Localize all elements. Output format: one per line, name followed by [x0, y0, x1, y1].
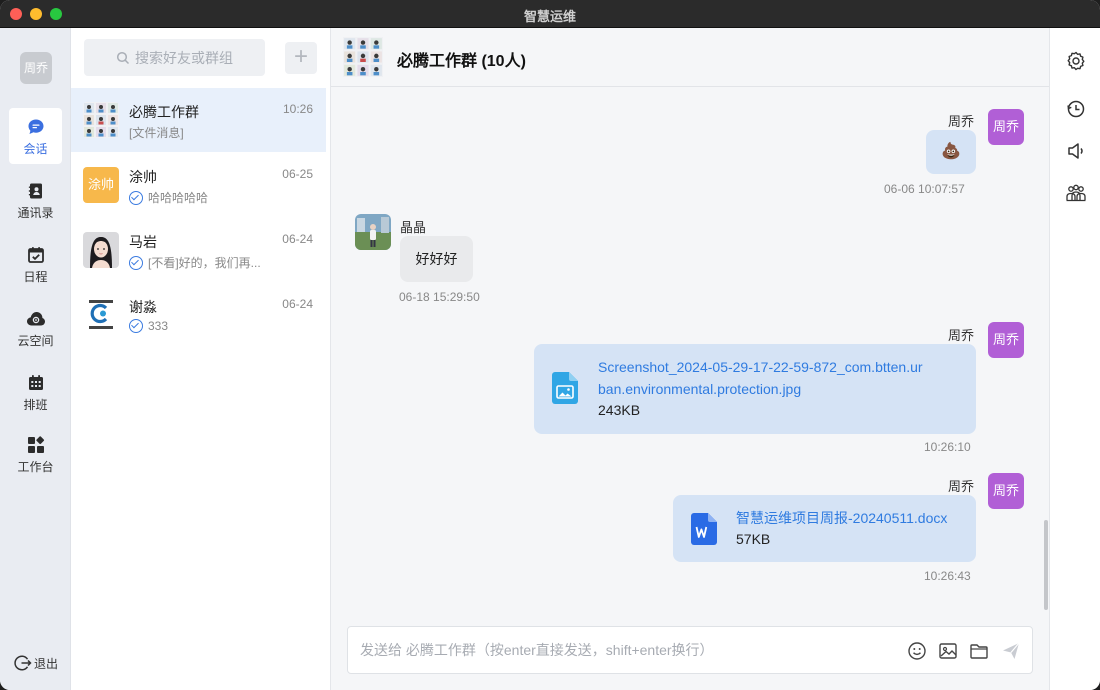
apps-icon	[27, 436, 44, 453]
message-bubble[interactable]: 好好好	[400, 236, 473, 282]
schedule-grid-icon	[28, 375, 43, 390]
file-name[interactable]: Screenshot_2024-05-29-17-22-59-872_com.b…	[598, 356, 923, 378]
image-file-icon	[552, 372, 578, 404]
word-document-icon	[691, 513, 717, 545]
group-avatar	[343, 37, 383, 77]
nav-label: 工作台	[17, 460, 54, 474]
read-check-icon	[129, 319, 143, 333]
folder-icon[interactable]	[968, 640, 990, 662]
emoji-icon[interactable]	[906, 640, 928, 662]
conversation-item[interactable]: 涂帅 涂帅 06-25 哈哈哈哈哈	[71, 153, 326, 217]
chat-panel: 必腾工作群 (10人) 周乔 周乔 💩 06-06 10:07:57 晶晶 好好…	[331, 28, 1049, 690]
file-info: Screenshot_2024-05-29-17-22-59-872_com.b…	[598, 356, 923, 418]
file-size: 57KB	[736, 531, 771, 547]
my-avatar[interactable]: 周乔	[20, 52, 52, 84]
window-title: 智慧运维	[523, 9, 576, 24]
conversation-time: 06-25	[282, 167, 313, 181]
nav-item-calendar[interactable]: 日程	[9, 236, 62, 292]
message-sender: 周乔	[948, 479, 975, 494]
search-placeholder: 搜索好友或群组	[135, 49, 233, 66]
file-message-bubble[interactable]: 智慧运维项目周报-20240511.docx 57KB	[673, 495, 976, 562]
message-time: 06-06 10:07:57	[884, 182, 965, 196]
history-clock-icon[interactable]	[1065, 98, 1087, 120]
conversation-time: 10:26	[282, 102, 313, 116]
nav-rail: 周乔 会话 通讯录 日程 云空间 排班 工作台 退出	[0, 28, 71, 690]
message-time: 10:26:10	[924, 440, 971, 454]
conversation-name: 马岩	[129, 234, 157, 250]
cloud-icon	[26, 312, 45, 326]
nav-item-chats[interactable]: 会话	[9, 108, 62, 164]
conversation-preview: 哈哈哈哈哈	[129, 189, 208, 206]
contact-avatar: 涂帅	[83, 167, 119, 203]
add-button[interactable]: +	[285, 42, 317, 74]
message-input[interactable]	[360, 639, 890, 661]
calendar-check-icon	[27, 247, 44, 263]
scrollbar-thumb[interactable]	[1044, 520, 1048, 610]
chat-header: 必腾工作群 (10人)	[331, 28, 1049, 87]
read-check-icon	[129, 190, 143, 205]
file-info: 智慧运维项目周报-20240511.docx 57KB	[736, 507, 947, 547]
message-time: 10:26:43	[924, 569, 971, 583]
nav-item-contacts[interactable]: 通讯录	[9, 172, 62, 228]
title-bar: 智慧运维	[0, 0, 1100, 28]
conversation-item[interactable]: 谢淼 06-24 333	[71, 283, 326, 347]
company-logo-avatar	[83, 297, 119, 333]
conversation-preview: [文件消息]	[129, 124, 184, 141]
message-composer	[347, 626, 1033, 674]
search-icon	[116, 51, 130, 64]
file-size: 243KB	[598, 402, 641, 418]
conversation-list: 搜索好友或群组 + 必腾工作群 10:26 [文件消息] 涂帅 涂帅 06-25…	[71, 28, 331, 690]
read-check-icon	[129, 255, 143, 270]
message-time: 06-18 15:29:50	[399, 290, 480, 304]
image-upload-icon[interactable]	[937, 640, 959, 662]
nav-label: 日程	[23, 270, 48, 284]
sender-avatar[interactable]: 周乔	[988, 322, 1024, 358]
conversation-item[interactable]: 马岩 06-24 [不看]好的，我们再...	[71, 218, 326, 282]
settings-gear-icon[interactable]	[1065, 50, 1087, 72]
address-book-icon	[28, 183, 42, 199]
conversation-preview: [不看]好的，我们再...	[129, 254, 261, 271]
chat-bubble-icon	[28, 119, 43, 134]
announcement-speaker-icon[interactable]	[1065, 140, 1087, 162]
conversation-name: 谢淼	[129, 299, 157, 315]
conversation-time: 06-24	[282, 297, 313, 311]
message-sender: 周乔	[948, 114, 975, 129]
conversation-item[interactable]: 必腾工作群 10:26 [文件消息]	[71, 88, 326, 152]
chat-title: 必腾工作群 (10人)	[397, 53, 526, 70]
nav-item-cloud[interactable]: 云空间	[9, 300, 62, 356]
app-window: 智慧运维 周乔 会话 通讯录 日程 云空间 排班 工作台 退出 搜索好友或群组 …	[0, 0, 1100, 690]
send-icon[interactable]	[1000, 640, 1022, 662]
sender-avatar[interactable]: 周乔	[988, 473, 1024, 509]
file-name-cont[interactable]: ban.environmental.protection.jpg	[598, 378, 923, 400]
logout-icon	[14, 655, 32, 671]
nav-item-shifts[interactable]: 排班	[9, 364, 62, 420]
preview-text: [不看]好的，我们再...	[148, 256, 261, 270]
nav-label: 云空间	[17, 334, 54, 348]
sender-avatar-photo[interactable]	[355, 214, 391, 250]
nav-label: 排班	[23, 398, 48, 412]
nav-item-workbench[interactable]: 工作台	[9, 426, 62, 482]
preview-text: 哈哈哈哈哈	[148, 191, 209, 205]
preview-text: 333	[148, 319, 169, 333]
logout-button[interactable]: 退出	[14, 654, 58, 672]
file-message-bubble[interactable]: Screenshot_2024-05-29-17-22-59-872_com.b…	[534, 344, 976, 434]
preview-text: [文件消息]	[129, 126, 184, 140]
contact-avatar-photo	[83, 232, 119, 268]
search-box[interactable]: 搜索好友或群组	[84, 39, 265, 76]
message-bubble[interactable]: 💩	[926, 130, 976, 174]
message-sender: 周乔	[948, 328, 975, 343]
conversation-name: 必腾工作群	[129, 104, 199, 120]
nav-label: 通讯录	[17, 206, 54, 220]
nav-label: 会话	[23, 142, 48, 156]
conversation-time: 06-24	[282, 232, 313, 246]
group-members-icon[interactable]	[1065, 182, 1087, 204]
conversation-name: 涂帅	[129, 169, 157, 185]
sender-avatar[interactable]: 周乔	[988, 109, 1024, 145]
message-sender: 晶晶	[400, 220, 427, 235]
conversation-preview: 333	[129, 319, 168, 333]
logout-label: 退出	[34, 656, 59, 671]
right-toolbar	[1049, 28, 1100, 690]
file-name[interactable]: 智慧运维项目周报-20240511.docx	[736, 507, 947, 529]
group-avatar	[83, 102, 119, 138]
